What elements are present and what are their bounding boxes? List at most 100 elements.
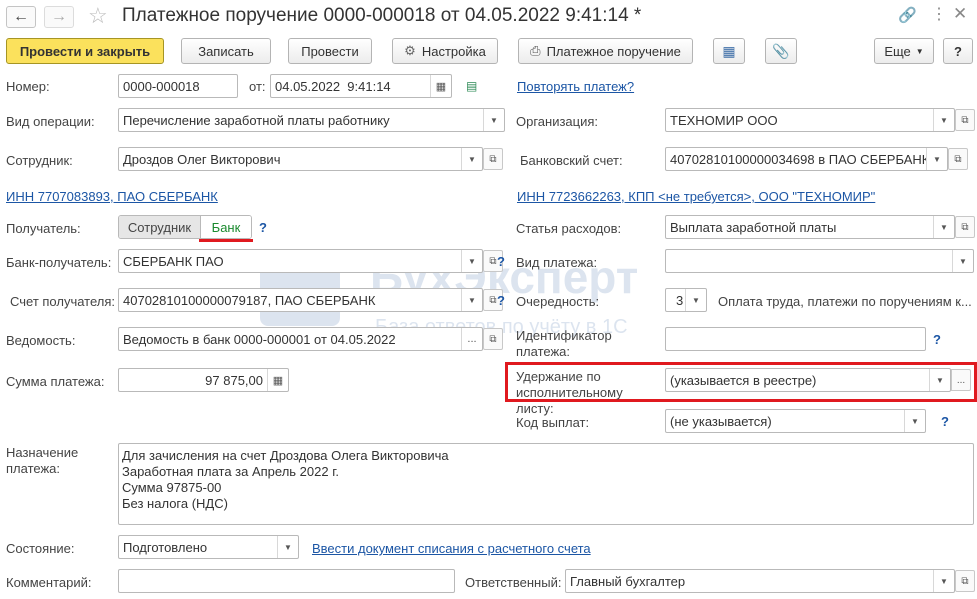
priority-field[interactable]: 3 ▼ [665, 288, 707, 312]
open-employee-icon[interactable]: ⧉ [483, 148, 503, 170]
comment-label: Комментарий: [6, 575, 92, 590]
post-and-close-button[interactable]: Провести и закрыть [6, 38, 164, 64]
withholding-label: Удержание по исполнительному листу: [516, 369, 623, 416]
print-order-button[interactable]: ⎙ Платежное поручение [518, 38, 693, 64]
statement-label: Ведомость: [6, 333, 76, 348]
responsible-field[interactable]: Главный бухгалтер ▼ [565, 569, 955, 593]
open-bank-account-icon[interactable]: ⧉ [948, 148, 968, 170]
sum-label: Сумма платежа: [6, 374, 105, 389]
pay-code-select[interactable]: (не указывается) ▼ [665, 409, 926, 433]
open-statement-icon[interactable]: ⧉ [483, 328, 503, 350]
chevron-down-icon[interactable]: ▼ [929, 369, 950, 391]
more-icon[interactable]: ⋮ [931, 4, 947, 24]
open-responsible-icon[interactable]: ⧉ [955, 570, 975, 592]
withholding-select-icon[interactable]: ... [951, 369, 971, 391]
recipient-account-label: Счет получателя: [10, 294, 116, 309]
pay-code-label: Код выплат: [516, 415, 590, 430]
operation-select[interactable]: Перечисление заработной платы работнику ▼ [118, 108, 505, 132]
open-expense-icon[interactable]: ⧉ [955, 216, 975, 238]
help-button[interactable]: ? [943, 38, 973, 64]
back-button[interactable]: ← [6, 6, 36, 28]
recipient-bank-help-icon[interactable]: ? [497, 254, 505, 269]
chevron-down-icon[interactable]: ▼ [483, 109, 504, 131]
settings-button[interactable]: ⚙ Настройка [392, 38, 498, 64]
recipient-help-icon[interactable]: ? [259, 220, 267, 235]
print-order-label: Платежное поручение [546, 43, 681, 59]
recipient-label: Получатель: [6, 221, 81, 236]
recipient-bank-field[interactable]: СБЕРБАНК ПАО ▼ [118, 249, 483, 273]
repeat-payment-link[interactable]: Повторять платеж? [517, 79, 634, 94]
close-icon[interactable]: ✕ [953, 4, 967, 24]
state-label: Состояние: [6, 541, 75, 556]
more-button[interactable]: Еще ▼ [874, 38, 934, 64]
star-icon[interactable]: ☆ [88, 3, 108, 29]
purpose-line: Заработная плата за Апрель 2022 г. [122, 464, 339, 479]
operation-label: Вид операции: [6, 114, 95, 129]
writeoff-link[interactable]: Ввести документ списания с расчетного сч… [312, 541, 591, 556]
open-organization-icon[interactable]: ⧉ [955, 109, 975, 131]
payment-id-field[interactable] [665, 327, 926, 351]
attach-button[interactable]: 📎 [765, 38, 797, 64]
priority-description: Оплата труда, платежи по поручениям к... [718, 294, 972, 309]
state-select[interactable]: Подготовлено ▼ [118, 535, 299, 559]
payment-kind-label: Вид платежа: [516, 255, 598, 270]
purpose-label: Назначение платежа: [6, 445, 79, 476]
pay-code-help-icon[interactable]: ? [941, 414, 949, 429]
priority-label: Очередность: [516, 294, 600, 309]
calculator-icon[interactable]: ▦ [267, 369, 288, 391]
save-button[interactable]: Записать [181, 38, 271, 64]
sum-field[interactable]: 97 875,00 ▦ [118, 368, 289, 392]
purpose-textarea[interactable]: Для зачисления на счет Дроздова Олега Ви… [118, 443, 974, 525]
chevron-down-icon: ▼ [915, 46, 924, 56]
payment-kind-select[interactable]: ▼ [665, 249, 974, 273]
window-title: Платежное поручение 0000-000018 от 04.05… [122, 5, 642, 26]
date-label: от: [249, 79, 266, 94]
chevron-down-icon[interactable]: ▼ [461, 148, 482, 170]
payment-id-label: Идентификатор платежа: [516, 328, 612, 359]
calendar-icon[interactable]: ▦ [430, 75, 451, 97]
recipient-account-help-icon[interactable]: ? [497, 293, 505, 308]
recipient-account-field[interactable]: 40702810100000079187, ПАО СБЕРБАНК ▼ [118, 288, 483, 312]
employee-field[interactable]: Дроздов Олег Викторович ▼ [118, 147, 483, 171]
bank-account-field[interactable]: 40702810100000034698 в ПАО СБЕРБАНК ▼ [665, 147, 948, 171]
chevron-down-icon[interactable]: ▼ [685, 289, 706, 311]
chevron-down-icon[interactable]: ▼ [904, 410, 925, 432]
withholding-field[interactable]: (указывается в реестре) ▼ [665, 368, 951, 392]
select-icon[interactable]: ... [461, 328, 482, 350]
paperclip-icon: 📎 [772, 42, 790, 59]
date-field[interactable]: 04.05.2022 9:41:14 ▦ [270, 74, 452, 98]
payment-id-help-icon[interactable]: ? [933, 332, 941, 347]
bank-underline [199, 239, 253, 242]
chevron-down-icon[interactable]: ▼ [461, 289, 482, 311]
post-button[interactable]: Провести [288, 38, 372, 64]
chevron-down-icon[interactable]: ▼ [926, 148, 947, 170]
chevron-down-icon[interactable]: ▼ [933, 109, 954, 131]
link-icon[interactable]: 🔗 [898, 6, 917, 24]
structure-button[interactable]: ▦ [713, 38, 745, 64]
chevron-down-icon[interactable]: ▼ [933, 570, 954, 592]
chevron-down-icon[interactable]: ▼ [952, 250, 973, 272]
forward-button[interactable]: → [44, 6, 74, 28]
number-label: Номер: [6, 79, 50, 94]
bank-account-label: Банковский счет: [520, 153, 623, 168]
expense-label: Статья расходов: [516, 221, 622, 236]
number-field[interactable]: 0000-000018 [118, 74, 238, 98]
comment-field[interactable] [118, 569, 455, 593]
org-inn-link[interactable]: ИНН 7723662263, КПП <не требуется>, ООО … [517, 189, 875, 204]
settings-label: Настройка [421, 43, 486, 59]
payer-inn-link[interactable]: ИНН 7707083893, ПАО СБЕРБАНК [6, 189, 218, 204]
toggle-bank[interactable]: Банк [201, 216, 251, 238]
employee-label: Сотрудник: [6, 153, 73, 168]
organization-field[interactable]: ТЕХНОМИР ООО ▼ [665, 108, 955, 132]
chevron-down-icon[interactable]: ▼ [933, 216, 954, 238]
purpose-line: Без налога (НДС) [122, 496, 228, 511]
chevron-down-icon[interactable]: ▼ [461, 250, 482, 272]
responsible-label: Ответственный: [465, 575, 562, 590]
check-icon: ▤ [466, 79, 478, 93]
purpose-line: Сумма 97875-00 [122, 480, 222, 495]
toggle-employee[interactable]: Сотрудник [119, 216, 201, 238]
gear-icon: ⚙ [404, 43, 416, 58]
statement-field[interactable]: Ведомость в банк 0000-000001 от 04.05.20… [118, 327, 483, 351]
chevron-down-icon[interactable]: ▼ [277, 536, 298, 558]
expense-field[interactable]: Выплата заработной платы ▼ [665, 215, 955, 239]
